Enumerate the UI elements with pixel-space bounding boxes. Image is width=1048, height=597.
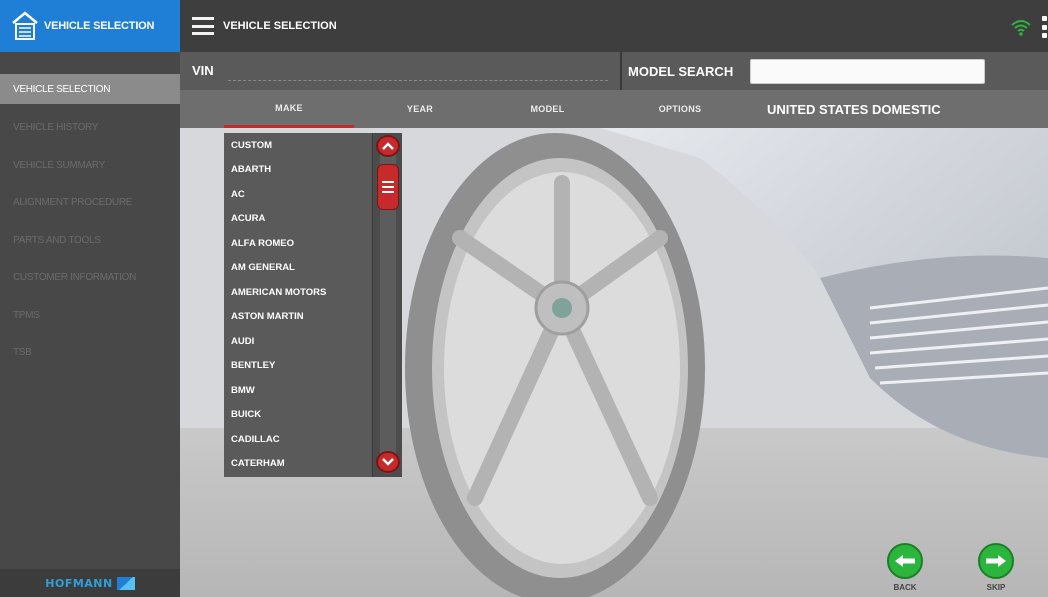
brand-tile[interactable]: VEHICLE SELECTION bbox=[0, 0, 180, 52]
page-title: VEHICLE SELECTION bbox=[223, 20, 337, 32]
wifi-icon bbox=[1010, 16, 1032, 38]
sidebar-nav: VEHICLE SELECTION VEHICLE HISTORY VEHICL… bbox=[0, 74, 180, 372]
scroll-thumb[interactable] bbox=[377, 164, 399, 210]
list-item[interactable]: ABARTH bbox=[224, 158, 372, 183]
make-list-scrollbar[interactable] bbox=[372, 133, 402, 477]
chevron-down-icon[interactable] bbox=[376, 451, 400, 473]
sidebar-item-alignment-procedure[interactable]: ALIGNMENT PROCEDURE bbox=[0, 184, 180, 222]
sidebar-item-vehicle-history[interactable]: VEHICLE HISTORY bbox=[0, 109, 180, 147]
arrow-left-icon bbox=[887, 543, 923, 579]
list-item[interactable]: ACURA bbox=[224, 207, 372, 232]
sidebar-item-vehicle-selection[interactable]: VEHICLE SELECTION bbox=[0, 74, 180, 104]
model-search-label: MODEL SEARCH bbox=[620, 52, 750, 90]
list-item[interactable]: BENTLEY bbox=[224, 354, 372, 379]
content-area: CUSTOM ABARTH AC ACURA ALFA ROMEO AM GEN… bbox=[180, 128, 1048, 597]
list-item[interactable]: CUSTOM bbox=[224, 133, 372, 158]
hamburger-menu-icon[interactable] bbox=[192, 17, 214, 35]
hofmann-logo: HOFMANN bbox=[45, 576, 113, 590]
tab-model[interactable]: MODEL bbox=[480, 90, 615, 128]
list-item[interactable]: BUICK bbox=[224, 403, 372, 428]
region-label: UNITED STATES DOMESTIC bbox=[767, 101, 941, 117]
tab-make[interactable]: MAKE bbox=[224, 90, 354, 128]
skip-button[interactable]: SKIP bbox=[974, 543, 1018, 592]
list-item[interactable]: AUDI bbox=[224, 329, 372, 354]
sidebar-item-tpms[interactable]: TPMS bbox=[0, 297, 180, 335]
back-button-label: BACK bbox=[893, 583, 917, 592]
sidebar-item-customer-information[interactable]: CUSTOMER INFORMATION bbox=[0, 259, 180, 297]
sidebar-item-parts-and-tools[interactable]: PARTS AND TOOLS bbox=[0, 222, 180, 260]
sidebar-item-tsb[interactable]: TSB bbox=[0, 334, 180, 372]
list-item[interactable]: CADILLAC bbox=[224, 427, 372, 452]
list-item[interactable]: AC bbox=[224, 182, 372, 207]
make-list[interactable]: CUSTOM ABARTH AC ACURA ALFA ROMEO AM GEN… bbox=[224, 133, 372, 477]
list-item[interactable]: ALFA ROMEO bbox=[224, 231, 372, 256]
chevron-up-icon[interactable] bbox=[376, 135, 400, 157]
vin-label: VIN bbox=[192, 63, 214, 78]
sidebar: VEHICLE SELECTION VEHICLE SELECTION VEHI… bbox=[0, 0, 180, 597]
list-item[interactable]: AMERICAN MOTORS bbox=[224, 280, 372, 305]
back-button[interactable]: BACK bbox=[883, 543, 927, 592]
list-item[interactable]: AM GENERAL bbox=[224, 256, 372, 281]
tab-year[interactable]: YEAR bbox=[360, 90, 480, 128]
vin-input[interactable] bbox=[228, 61, 608, 81]
sidebar-item-vehicle-summary[interactable]: VEHICLE SUMMARY bbox=[0, 147, 180, 185]
garage-icon bbox=[10, 8, 40, 44]
tab-options[interactable]: OPTIONS bbox=[615, 90, 745, 128]
top-header: VEHICLE SELECTION bbox=[180, 0, 1048, 52]
selection-tabs: MAKE YEAR MODEL OPTIONS UNITED STATES DO… bbox=[180, 90, 1048, 128]
arrow-right-icon bbox=[978, 543, 1014, 579]
list-item[interactable]: ASTON MARTIN bbox=[224, 305, 372, 330]
brand-label: VEHICLE SELECTION bbox=[44, 20, 155, 32]
model-search-input[interactable] bbox=[750, 59, 985, 84]
list-item[interactable]: BMW bbox=[224, 378, 372, 403]
skip-button-label: SKIP bbox=[986, 583, 1006, 592]
list-item[interactable]: CATERHAM bbox=[224, 452, 372, 477]
hofmann-flag-icon bbox=[116, 576, 135, 590]
search-row: VIN MODEL SEARCH bbox=[180, 52, 1048, 90]
kebab-menu-icon[interactable] bbox=[1042, 16, 1048, 38]
sidebar-footer: HOFMANN bbox=[0, 569, 180, 597]
